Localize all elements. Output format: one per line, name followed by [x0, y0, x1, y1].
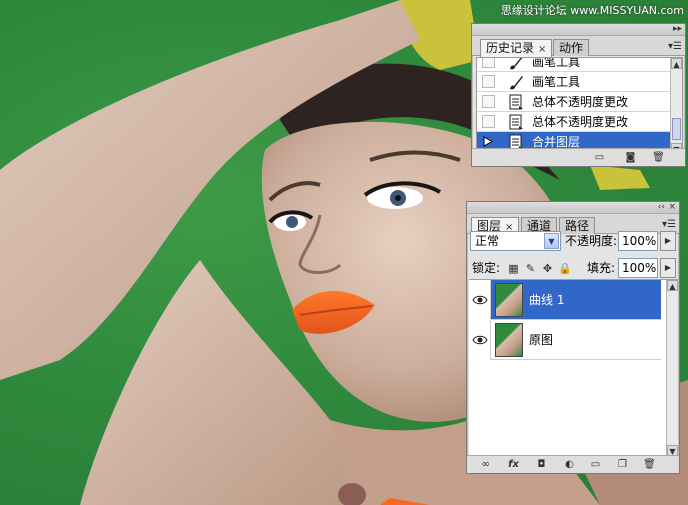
- history-item[interactable]: 画笔工具: [477, 72, 673, 92]
- snapshot-checkbox[interactable]: [482, 115, 495, 128]
- trash-icon[interactable]: 🗑: [643, 459, 656, 470]
- close-panel-icon[interactable]: ×: [668, 202, 676, 213]
- layers-panel-titlebar[interactable]: ‹‹ ×: [467, 202, 679, 214]
- history-tabbar: 历史记录 × 动作 ▾☰: [472, 36, 685, 57]
- scroll-down-icon[interactable]: ▼: [667, 445, 678, 455]
- eye-icon: [472, 335, 488, 345]
- opacity-value: 100%: [622, 234, 657, 248]
- tab-paths-label: 路径: [565, 219, 590, 233]
- layers-footer: ∞ fx ◘ ◐ ▭ ❐ 🗑: [467, 455, 679, 473]
- folder-icon[interactable]: ▭: [589, 459, 602, 470]
- history-state-icon: [509, 94, 523, 110]
- blend-mode-select[interactable]: 正常 ▼: [470, 231, 561, 251]
- fill-label: 填充:: [587, 261, 616, 275]
- brush-icon: [510, 58, 523, 70]
- lock-transparent-pixels-icon[interactable]: ▦: [507, 262, 520, 275]
- layers-panel[interactable]: ‹‹ × 图层 × 通道 路径 ▾☰ 正常 ▼ 不透明度: 100% ▶ 锁定: …: [466, 201, 680, 474]
- layer-row-selected[interactable]: 曲线 1: [469, 280, 661, 320]
- tab-history[interactable]: 历史记录 ×: [480, 39, 553, 57]
- layer-name[interactable]: 曲线 1: [529, 292, 564, 308]
- scroll-up-icon[interactable]: ▲: [667, 280, 678, 291]
- opacity-slider-button[interactable]: ▶: [660, 231, 676, 251]
- fx-icon[interactable]: fx: [507, 459, 520, 470]
- lock-label: 锁定:: [472, 261, 501, 275]
- tab-actions-label: 动作: [559, 41, 584, 55]
- lock-image-pixels-icon[interactable]: ✎: [524, 262, 537, 275]
- new-layer-icon[interactable]: ❐: [616, 459, 629, 470]
- snapshot-camera-icon[interactable]: ◙: [624, 152, 637, 163]
- history-state-icon: [509, 114, 523, 130]
- fill-slider-button[interactable]: ▶: [660, 258, 676, 278]
- history-item-label: 总体不透明度更改: [532, 115, 629, 129]
- history-item[interactable]: 总体不透明度更改: [477, 112, 673, 132]
- lock-all-icon[interactable]: 🔒: [558, 262, 572, 275]
- scroll-thumb[interactable]: [672, 118, 681, 140]
- collapse-icon[interactable]: ‹‹: [658, 202, 665, 213]
- panel-menu-icon[interactable]: ▾☰: [662, 219, 676, 230]
- blend-mode-value: 正常: [475, 234, 500, 248]
- chevron-down-icon[interactable]: ▼: [544, 233, 559, 249]
- link-icon[interactable]: ∞: [479, 459, 492, 470]
- history-footer: ▭ ◙ 🗑: [472, 148, 685, 166]
- history-panel[interactable]: ▸▸ 历史记录 × 动作 ▾☰ 画笔工具 画笔工具 总体不透明度更改 总体不透明…: [471, 23, 686, 167]
- layer-thumbnail: [495, 323, 523, 357]
- fill-value: 100%: [622, 261, 657, 275]
- close-icon[interactable]: ×: [538, 44, 546, 55]
- layers-scrollbar[interactable]: ▲ ▼: [666, 280, 678, 455]
- scroll-up-icon[interactable]: ▲: [671, 58, 682, 69]
- snapshot-checkbox[interactable]: [482, 58, 495, 68]
- layer-name[interactable]: 原图: [529, 332, 553, 348]
- lock-position-icon[interactable]: ✥: [541, 262, 554, 275]
- opacity-input[interactable]: 100%: [618, 231, 658, 251]
- history-item[interactable]: 总体不透明度更改: [477, 92, 673, 112]
- tab-paths[interactable]: 路径: [559, 217, 596, 234]
- tab-actions[interactable]: 动作: [553, 39, 590, 56]
- watermark-text: 思缘设计论坛 www.MISSYUAN.com: [500, 4, 684, 17]
- trash-icon[interactable]: 🗑: [652, 152, 665, 163]
- history-item-label: 画笔工具: [532, 75, 581, 89]
- snapshot-checkbox[interactable]: [482, 75, 495, 88]
- history-item[interactable]: 画笔工具: [477, 57, 673, 72]
- panel-menu-icon[interactable]: ▾☰: [668, 41, 682, 52]
- mask-icon[interactable]: ◘: [535, 459, 548, 470]
- layer-visibility-toggle[interactable]: [469, 280, 491, 320]
- collapse-icon[interactable]: ▸▸: [673, 24, 682, 35]
- layer-thumbnail: [495, 283, 523, 317]
- history-panel-titlebar[interactable]: ▸▸: [472, 24, 685, 36]
- layer-visibility-toggle[interactable]: [469, 320, 491, 360]
- layer-row[interactable]: 原图: [469, 320, 661, 360]
- layer-list[interactable]: 曲线 1 原图 ▲ ▼: [469, 279, 678, 455]
- fill-input[interactable]: 100%: [618, 258, 658, 278]
- snapshot-checkbox[interactable]: [482, 95, 495, 108]
- history-scrollbar[interactable]: ▲ ▼: [670, 58, 682, 152]
- adjustment-icon[interactable]: ◐: [563, 459, 576, 470]
- opacity-label: 不透明度:: [565, 234, 618, 248]
- new-document-from-state-icon[interactable]: ▭: [593, 152, 606, 163]
- history-list[interactable]: 画笔工具 画笔工具 总体不透明度更改 总体不透明度更改 合并图层 ▲ ▼: [476, 57, 683, 153]
- eye-icon: [472, 295, 488, 305]
- history-state-pointer-icon: [482, 135, 495, 148]
- history-item-label: 总体不透明度更改: [532, 95, 629, 109]
- tab-history-label: 历史记录: [486, 41, 535, 55]
- history-item-label: 画笔工具: [532, 57, 581, 69]
- brush-icon: [510, 76, 523, 90]
